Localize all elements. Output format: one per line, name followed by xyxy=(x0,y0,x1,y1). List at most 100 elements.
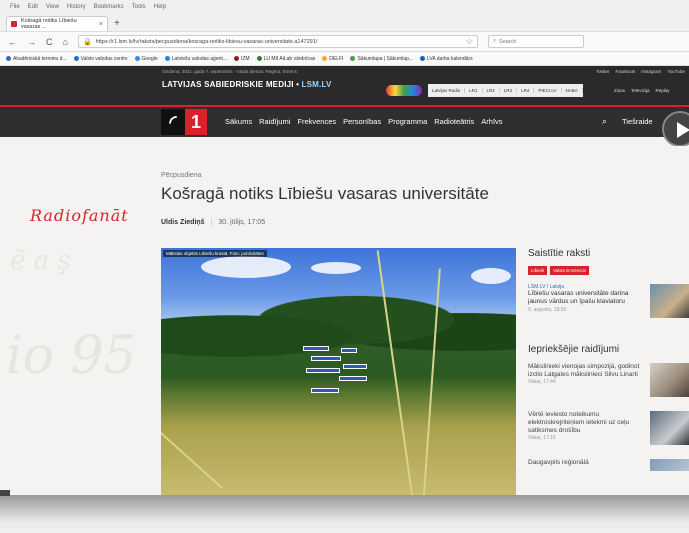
photo-caption: Mākslas objekts Lībiešu krastā. Foto: pu… xyxy=(163,250,267,257)
site-brand[interactable]: LATVIJAS SABIEDRISKIE MEDIJI • LSM.LV xyxy=(162,80,332,89)
cloud-shape xyxy=(311,262,361,274)
author[interactable]: Uldis Ziediņš xyxy=(161,219,205,226)
tag-item[interactable]: Valsts Ennēmcis xyxy=(550,266,589,275)
site-search-icon[interactable]: ⌕ xyxy=(602,116,607,127)
menu-edit[interactable]: Edit xyxy=(28,4,38,10)
episode-thumbnail xyxy=(650,363,689,397)
episode-thumbnail xyxy=(650,459,689,471)
menu-help[interactable]: Help xyxy=(154,4,166,10)
article-kicker[interactable]: Pēcpusdiena xyxy=(161,172,201,179)
episode-thumbnail xyxy=(650,411,689,445)
menu-bookmarks[interactable]: Bookmarks xyxy=(94,4,124,10)
tab-title: Košragā notiks Lībiešu vasaras ... xyxy=(21,18,77,30)
nav-programme[interactable]: Programma xyxy=(388,117,427,126)
signpost-sign xyxy=(311,388,339,393)
previous-episode[interactable]: Mākslinieki vienojas simpozijā, godinot … xyxy=(528,363,689,405)
bookmark-item[interactable]: Valsts valodas centrs xyxy=(73,55,128,62)
menu-file[interactable]: File xyxy=(10,4,20,10)
previous-episode[interactable]: Vērtē ieviesto noteikumu elektroskrejrit… xyxy=(528,411,689,453)
live-link[interactable]: Tiešraide xyxy=(622,117,653,126)
radio-link[interactable]: LR2 xyxy=(483,88,500,93)
tab-strip: Košragā notiks Lībiešu vasaras ... × + xyxy=(0,14,689,32)
menu-view[interactable]: View xyxy=(46,4,59,10)
radio-link[interactable]: LR1 xyxy=(465,88,483,93)
close-tab-icon[interactable]: × xyxy=(99,21,103,28)
bookmark-item[interactable]: LU MII AiLab vārdnīcas xyxy=(256,55,315,62)
main-nav: ◜ 1 Sākums Raidījumi Frekvences Personīb… xyxy=(0,107,689,147)
page-content: ẽ a ş io 95 Radiofanāt Pēcpusdiena Košra… xyxy=(0,146,689,495)
cloud-shape xyxy=(201,256,291,278)
screen: File Edit View History Bookmarks Tools H… xyxy=(0,0,689,495)
screen-corner xyxy=(0,490,10,496)
forward-icon[interactable]: → xyxy=(27,37,36,47)
search-input[interactable]: ⌕ Search xyxy=(487,35,584,48)
nav-frequencies[interactable]: Frekvences xyxy=(297,117,336,126)
url-bar[interactable]: 🔒 https://r1.lsm.lv/lv/raksts/pecpusdien… xyxy=(77,35,478,48)
logo-mark-icon: ◜ xyxy=(161,109,185,135)
bookmark-item[interactable]: Akadēmiskā terminu d... xyxy=(6,55,67,62)
bookmark-item[interactable]: Google xyxy=(134,55,158,62)
play-icon[interactable] xyxy=(662,111,689,147)
home-icon[interactable]: ⌂ xyxy=(63,37,68,47)
signpost-sign xyxy=(339,376,367,381)
sidebar: Saistītie raksti Lībieši Valsts Ennēmcis… xyxy=(528,248,689,495)
screen-bottom-edge xyxy=(0,495,689,533)
bookmark-item[interactable]: LVA darba kalendārs xyxy=(419,55,473,62)
url-text: https://r1.lsm.lv/lv/raksts/pecpusdiena/… xyxy=(95,38,318,45)
nav-home[interactable]: Sākums xyxy=(225,117,252,126)
byline-separator: | xyxy=(210,219,213,226)
search-placeholder: Search xyxy=(499,38,517,45)
bookmark-item[interactable]: Latviešu valodas aģent... xyxy=(164,55,227,62)
tab-article[interactable]: Košragā notiks Lībiešu vasaras ... × xyxy=(6,16,108,31)
bookmark-item[interactable]: DELFI xyxy=(322,55,343,62)
campaign-badge-icon[interactable] xyxy=(386,85,422,96)
radiofanat-logo: Radiofanāt xyxy=(30,206,129,225)
page-title: Košragā notiks Lībiešu vasaras universit… xyxy=(161,184,489,203)
nav-archive[interactable]: Arhīvs xyxy=(481,117,502,126)
social-links: Twitter Facebook Instagram YouTube xyxy=(596,69,685,74)
twitter-link[interactable]: Twitter xyxy=(596,69,609,74)
radio-link[interactable]: LR3 xyxy=(500,88,518,93)
instagram-link[interactable]: Instagram xyxy=(641,69,661,74)
news-link[interactable]: Ziņas xyxy=(614,88,625,93)
episode-title: Mākslinieki vienojas simpozijā, godinot … xyxy=(528,363,640,378)
article-photo[interactable]: Mākslas objekts Lībiešu krastā. Foto: pu… xyxy=(161,248,516,495)
episode-title: Daugavpils reģionālā xyxy=(528,459,589,466)
lr1-logo[interactable]: ◜ 1 xyxy=(161,109,207,135)
bookmark-item[interactable]: Sākumlapa | Sākumlap... xyxy=(350,55,413,62)
radio-link[interactable]: Latvijas Radio xyxy=(428,88,466,93)
nav-links: Sākums Raidījumi Frekvences Personības P… xyxy=(225,117,503,126)
bookmark-item[interactable]: IZM xyxy=(233,55,250,62)
new-tab-button[interactable]: + xyxy=(114,17,120,31)
menu-tools[interactable]: Tools xyxy=(132,4,146,10)
radio-channels: Latvijas Radio LR1 LR2 LR3 LR4 PIECI.LV … xyxy=(428,84,583,97)
tag-item[interactable]: Lībieši xyxy=(528,266,548,275)
nav-radiotheatre[interactable]: Radioteātris xyxy=(434,117,474,126)
related-article[interactable]: LSM.LV / Latvija Lībiešu vasaras univers… xyxy=(528,284,689,332)
grass-blade xyxy=(376,250,413,495)
back-icon[interactable]: ← xyxy=(8,37,17,47)
related-title: Saistītie raksti xyxy=(528,248,591,259)
cloud-shape xyxy=(471,268,511,284)
tv-link[interactable]: Televīzija xyxy=(631,88,650,93)
signpost-sign xyxy=(343,364,367,369)
youtube-link[interactable]: YouTube xyxy=(667,69,685,74)
previous-episode[interactable]: Daugavpils reģionālā xyxy=(528,459,689,495)
facebook-link[interactable]: Facebook xyxy=(616,69,636,74)
site-header: Otrdiena, 2021. gada 7. septembris · Vār… xyxy=(0,66,689,105)
lock-icon: 🔒 xyxy=(82,38,92,46)
radio-link[interactable]: LR4 xyxy=(517,88,535,93)
radio-link[interactable]: PIECI.LV xyxy=(534,88,562,93)
radio-link[interactable]: NABA xyxy=(562,88,583,93)
bookmark-star-icon[interactable]: ☆ xyxy=(466,37,473,46)
media-links: Ziņas Televīzija Replay xyxy=(614,84,670,97)
replay-link[interactable]: Replay xyxy=(656,88,670,93)
nav-shows[interactable]: Raidījumi xyxy=(259,117,290,126)
signpost-sign xyxy=(303,346,329,351)
signpost-sign xyxy=(341,348,357,353)
nav-personalities[interactable]: Personības xyxy=(343,117,381,126)
browser-navbar: ← → C ⌂ 🔒 https://r1.lsm.lv/lv/raksts/pe… xyxy=(0,32,689,52)
menu-history[interactable]: History xyxy=(67,4,86,10)
lsm-favicon-icon xyxy=(11,21,17,27)
reload-icon[interactable]: C xyxy=(46,37,53,47)
